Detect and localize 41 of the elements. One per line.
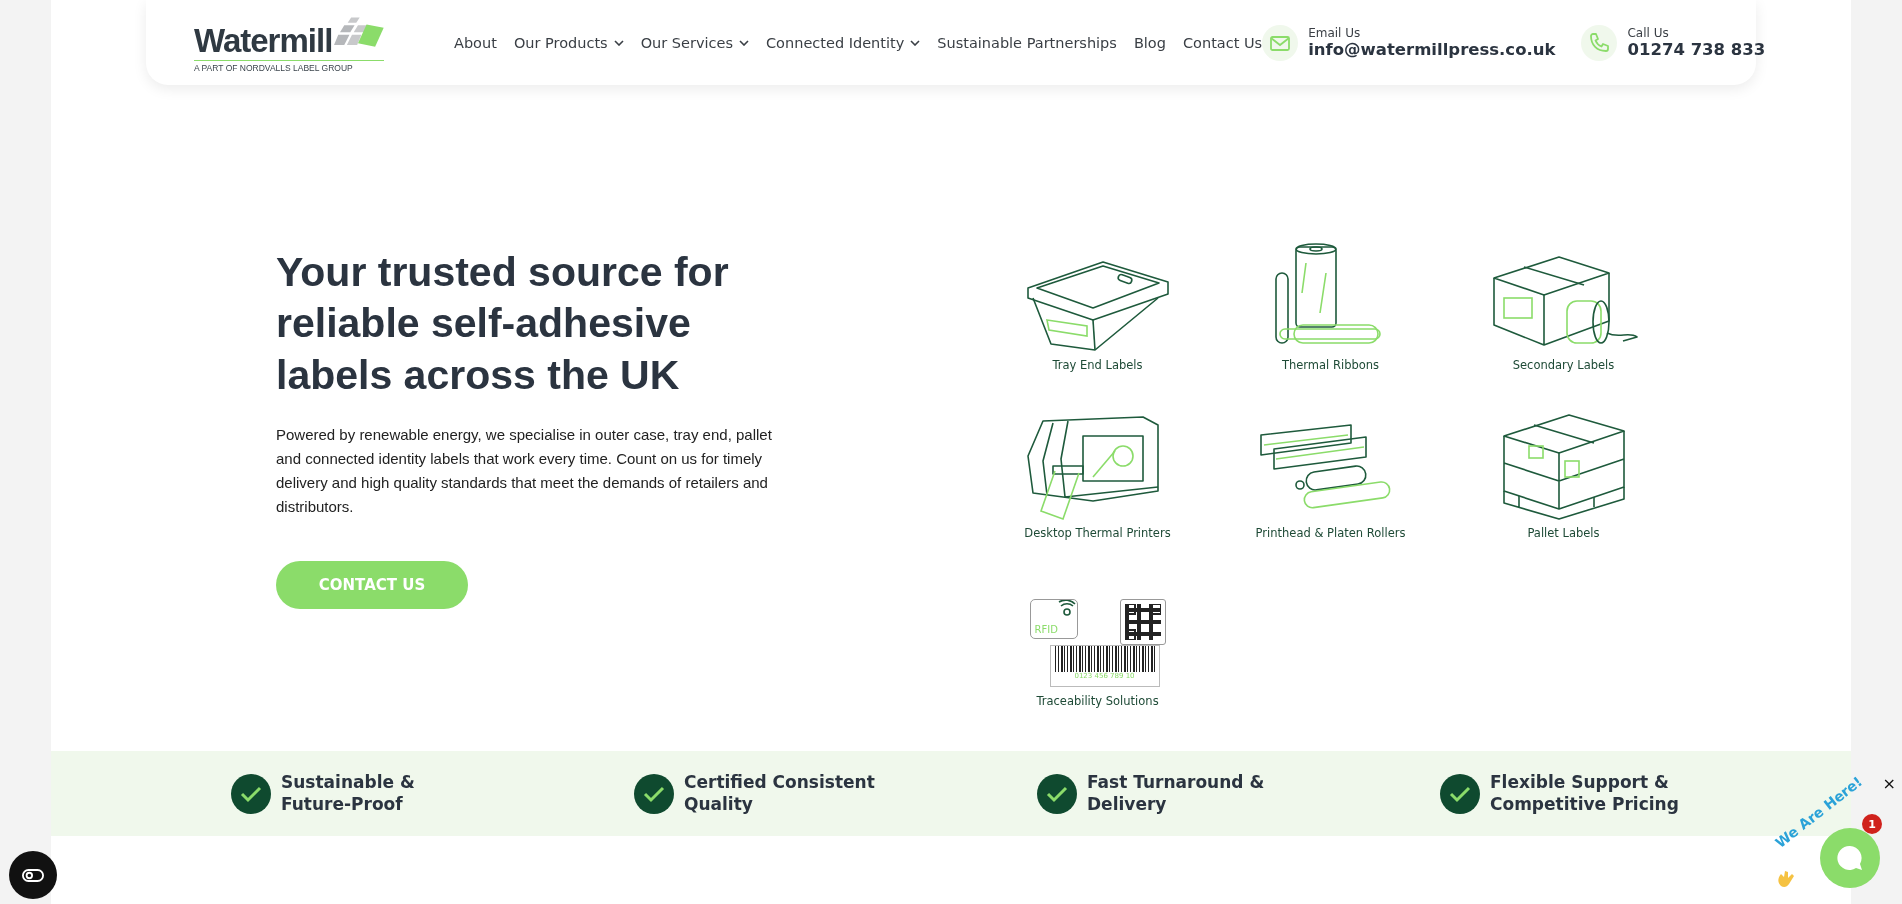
- product-link[interactable]: Pallet Labels: [1527, 526, 1600, 540]
- check-circle-icon: [1440, 773, 1480, 814]
- phone-icon: [1581, 24, 1618, 61]
- check-circle-icon: [231, 773, 271, 814]
- cookie-settings-button[interactable]: [9, 851, 57, 899]
- feature-title: Certified Consistent Quality: [684, 772, 876, 815]
- logo-wordmark[interactable]: Watermill: [194, 23, 333, 57]
- nav-link[interactable]: Blog: [1133, 34, 1166, 51]
- rfid-text: RFID: [1034, 624, 1058, 635]
- qr-code-icon: [1124, 604, 1161, 640]
- envelope-icon: [1262, 24, 1299, 61]
- product-link[interactable]: Traceability Solutions: [1036, 694, 1159, 708]
- phone-link[interactable]: 01274 738 833: [1627, 40, 1766, 59]
- contact-label: Call Us: [1627, 26, 1670, 40]
- product-link[interactable]: Thermal Ribbons: [1281, 358, 1380, 372]
- chevron-down-icon: [910, 39, 921, 46]
- contact-label: Email Us: [1308, 26, 1362, 40]
- chevron-down-icon: [613, 39, 624, 46]
- product-link[interactable]: Tray End Labels: [1052, 358, 1143, 372]
- product-link[interactable]: Printhead & Platen Rollers: [1255, 526, 1406, 540]
- hero-heading: Your trusted source for reliable self-adhesive labels across the UK: [276, 248, 730, 400]
- feature-title: Sustainable & Future-Proof: [281, 772, 416, 815]
- nav-link[interactable]: Connected Identity: [766, 34, 921, 51]
- check-circle-icon: [1037, 773, 1077, 814]
- toggle-icon: [22, 868, 44, 882]
- email-link[interactable]: info@watermillpress.co.uk: [1308, 40, 1556, 59]
- logo-tagline: A PART OF NORDVALLS LABEL GROUP: [194, 59, 384, 73]
- product-link[interactable]: Desktop Thermal Printers: [1024, 526, 1171, 540]
- nav-link[interactable]: Contact Us: [1182, 34, 1263, 51]
- feature-title: Flexible Support & Competitive Pricing: [1490, 772, 1680, 815]
- check-circle-icon: [634, 773, 674, 814]
- chevron-down-icon: [739, 39, 749, 46]
- hero-paragraph: Powered by renewable energy, we specialise in outer case, tray end, pallet and connected identity labels that work every time. Count on us for timely delivery and high quality standards that meet the demands of retailers and distributors.: [276, 424, 773, 517]
- nav-link[interactable]: Sustainable Partnerships: [937, 34, 1117, 51]
- nav-link[interactable]: About: [454, 34, 497, 51]
- nav-link[interactable]: Our Services: [640, 34, 749, 51]
- nav-link[interactable]: Our Products: [513, 34, 624, 51]
- unread-badge: 1: [1862, 814, 1882, 834]
- product-link[interactable]: Secondary Labels: [1512, 358, 1615, 372]
- close-button[interactable]: ×: [1882, 774, 1896, 793]
- feature-title: Fast Turnaround & Delivery: [1087, 772, 1266, 815]
